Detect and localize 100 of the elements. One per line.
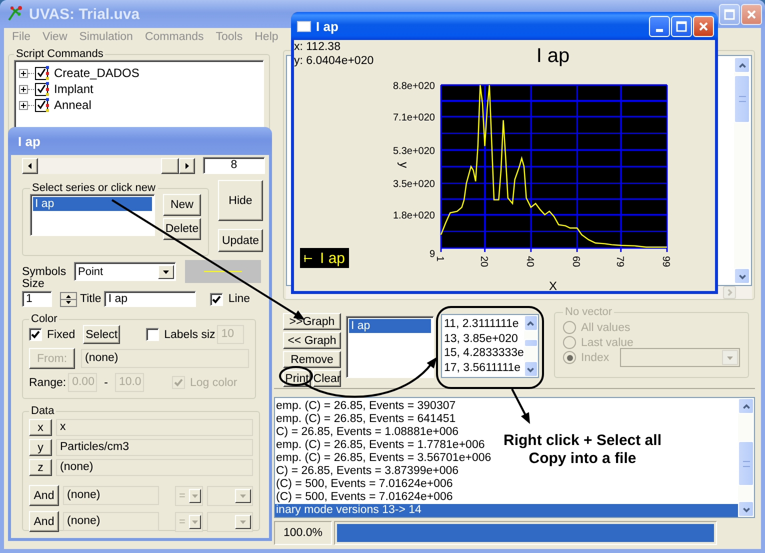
expand-icon[interactable] <box>19 100 28 110</box>
group-title: Script Commands <box>15 48 104 60</box>
checklist-icon <box>35 82 49 96</box>
checklist-icon <box>35 98 49 112</box>
caret-down-icon <box>239 518 247 526</box>
cursor-readout: x: 112.38 <box>294 41 340 53</box>
check-icon <box>31 330 40 339</box>
checkbox[interactable] <box>210 292 224 306</box>
log-line[interactable]: C) = 26.85, Events = 3.87399e+006 <box>275 465 459 478</box>
series-list[interactable]: I ap <box>30 194 155 236</box>
window-title: I ap <box>18 134 42 148</box>
action-button[interactable]: << Graph <box>283 332 341 349</box>
checkbox[interactable] <box>146 328 160 341</box>
action-button[interactable]: Remove <box>283 351 341 368</box>
axis-tick-label: 60 <box>570 256 582 268</box>
axis-field[interactable]: x <box>56 419 253 436</box>
axis-button[interactable]: x <box>29 419 52 436</box>
log-line[interactable]: emp. (C) = 26.85, Events = 390307 <box>275 400 456 413</box>
axis-button[interactable]: y <box>29 439 52 456</box>
value-row: 15, 4.2833333e <box>444 346 524 360</box>
scroll-down-button[interactable] <box>524 361 538 377</box>
field-label: Size <box>22 278 44 290</box>
log-line[interactable]: (C) = 500, Events = 7.01624e+006 <box>275 478 453 491</box>
highlight-ellipse <box>279 366 313 386</box>
radio-button[interactable] <box>563 351 576 364</box>
scrollbar-thumb[interactable] <box>161 158 179 174</box>
maximize-icon <box>723 8 736 20</box>
scroll-down-button[interactable] <box>734 268 750 284</box>
value-row-text: 11, 2.3111111e <box>444 317 520 332</box>
scroll-down-button[interactable] <box>738 501 754 517</box>
log-line[interactable]: (C) = 500, Events = 7.01624e+006 <box>275 491 453 504</box>
checkbox[interactable] <box>29 328 42 341</box>
scrollbar-thumb[interactable] <box>734 75 750 123</box>
scroll-up-button[interactable] <box>734 57 750 73</box>
select-button[interactable]: Select <box>83 325 120 344</box>
close-icon <box>745 8 758 20</box>
radio-button[interactable] <box>563 336 576 349</box>
delete-button[interactable]: Delete <box>163 218 201 240</box>
size-field[interactable]: 1 <box>22 291 52 307</box>
minimize-icon <box>656 28 663 32</box>
values-list[interactable]: 11, 2.3111111e 13, 3.85e+020 15, 4.2833333e 17, 3.5611111e <box>441 314 539 378</box>
expand-icon[interactable] <box>19 84 28 94</box>
scroll-up-button[interactable] <box>524 315 538 331</box>
vertical-scrollbar[interactable] <box>734 57 750 284</box>
scroll-left-button[interactable] <box>22 158 38 174</box>
new-button[interactable]: New <box>163 194 201 216</box>
field-label: Range: <box>29 376 66 388</box>
horizontal-scrollbar[interactable] <box>22 158 195 174</box>
spinner[interactable] <box>60 292 77 306</box>
log-line[interactable]: emp. (C) = 26.85, Events = 641451 <box>275 413 456 426</box>
field-label: Title <box>80 293 102 305</box>
axis-field[interactable]: (none) <box>56 459 253 476</box>
symbol-dropdown[interactable]: Point <box>74 262 176 281</box>
title-field[interactable]: I ap <box>104 291 196 307</box>
expand-icon[interactable] <box>19 68 28 78</box>
group-title: No vector <box>564 306 614 318</box>
checkbox-label: Line <box>228 293 250 305</box>
list-item[interactable]: I ap <box>349 319 431 333</box>
vertical-scrollbar[interactable] <box>524 315 538 377</box>
axis-tick-label: 7.1e+020 <box>393 112 435 124</box>
app-icon <box>6 5 24 23</box>
value-row-text: 13, 3.85e+020 <box>444 332 519 346</box>
legend-swatch-icon <box>304 254 312 262</box>
caret-down-icon <box>239 492 247 500</box>
progress-percent: 100.0% <box>274 521 332 545</box>
index-field[interactable]: 8 <box>203 157 265 174</box>
graph-list[interactable]: I ap <box>346 316 434 378</box>
axis-field[interactable]: Particles/cm3 <box>56 439 253 456</box>
log-line[interactable]: emp. (C) = 26.85, Events = 3.56701e+006 <box>275 452 492 465</box>
axis-label: y <box>397 162 411 168</box>
axis-tick-label: 9 <box>429 249 435 260</box>
group-title: Color <box>30 313 58 325</box>
window-title: I ap <box>316 18 340 34</box>
axis-button[interactable]: z <box>29 459 52 476</box>
caret-down-icon <box>726 354 734 362</box>
scrollbar-thumb[interactable] <box>738 441 754 486</box>
vertical-scrollbar[interactable] <box>738 398 754 517</box>
caret-down-icon <box>162 268 170 276</box>
log-line[interactable]: emp. (C) = 26.85, Events = 1.7781e+006 <box>275 439 485 452</box>
close-button[interactable] <box>741 4 762 24</box>
update-button[interactable]: Update <box>218 229 263 252</box>
tree-item[interactable]: Create_DADOS <box>54 66 140 80</box>
tree-item[interactable]: Implant <box>54 82 94 96</box>
hide-button[interactable]: Hide <box>218 180 263 221</box>
scrollbar-thumb[interactable] <box>524 339 538 347</box>
axis-tick-label: 20 <box>478 256 489 268</box>
from-field[interactable]: (none) <box>81 349 249 368</box>
list-item[interactable]: I ap <box>33 197 152 211</box>
log-line[interactable]: C) = 26.85, Events = 1.08881e+006 <box>275 426 459 439</box>
tree-item[interactable]: Anneal <box>54 98 92 112</box>
radio-button[interactable] <box>563 321 576 334</box>
axis-tick-label: 1.8e+020 <box>393 210 435 222</box>
scroll-up-button[interactable] <box>738 398 754 414</box>
checkbox-label: Fixed <box>47 328 76 340</box>
window-title: UVAS: Trial.uva <box>29 6 141 22</box>
axis-tick-label: 5.3e+020 <box>393 146 435 157</box>
action-button[interactable]: >>Graph <box>283 313 341 330</box>
axis-tick-label: 99 <box>660 256 671 268</box>
group-title: Data <box>30 405 56 417</box>
minimize-button[interactable] <box>649 16 670 36</box>
